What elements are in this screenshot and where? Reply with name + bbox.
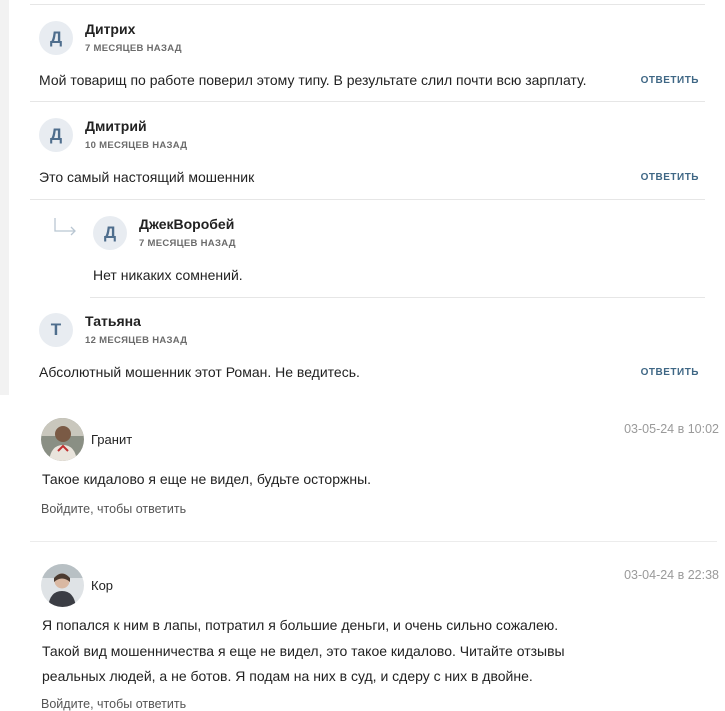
review-date: 03-05-24 в 10:02 (624, 422, 719, 436)
reply-button[interactable]: ОТВЕТИТЬ (641, 367, 699, 378)
divider (30, 199, 705, 200)
login-to-reply-link[interactable]: Войдите, чтобы ответить (41, 697, 186, 711)
review: Гранит 03-05-24 в 10:02 Такое кидалово я… (41, 418, 719, 518)
comment-text: Мой товарищ по работе поверил этому типу… (39, 72, 587, 88)
reviewer-name: Гранит (91, 432, 133, 447)
comment-text: Это самый настоящий мошенник (39, 169, 255, 185)
divider (30, 541, 717, 542)
comment-age: 12 МЕСЯЦЕВ НАЗАД (85, 335, 188, 346)
login-to-reply-link[interactable]: Войдите, чтобы ответить (41, 502, 186, 516)
reviewer-name: Кор (91, 578, 114, 593)
review-text-line: Такое кидалово я еще не видел, будьте ос… (42, 471, 372, 487)
user-photo (41, 418, 84, 461)
avatar: Т (39, 313, 73, 347)
review-date: 03-04-24 в 22:38 (624, 568, 719, 582)
thread-left-rule (0, 0, 9, 395)
review-text-line: реальных людей, а не ботов. Я подам на н… (42, 668, 533, 684)
comment-author[interactable]: Дитрих (85, 21, 135, 37)
review: Кор 03-04-24 в 22:38 Я попался к ним в л… (41, 564, 719, 711)
comment-age: 7 МЕСЯЦЕВ НАЗАД (85, 43, 182, 54)
divider (30, 4, 705, 5)
comment-text: Абсолютный мошенник этот Роман. Не ведит… (39, 364, 360, 380)
comment: Д Дитрих 7 МЕСЯЦЕВ НАЗАД Мой товарищ по … (39, 21, 699, 91)
review-text-line: Такой вид мошенничества я еще не видел, … (42, 642, 565, 659)
divider (90, 297, 705, 298)
comment-author[interactable]: Татьяна (85, 313, 141, 329)
reply-button[interactable]: ОТВЕТИТЬ (641, 75, 699, 86)
comment-text: Нет никаких сомнений. (93, 267, 243, 283)
user-photo (41, 564, 84, 607)
reply-button[interactable]: ОТВЕТИТЬ (641, 172, 699, 183)
avatar: Д (39, 118, 73, 152)
reply-arrow-icon (54, 218, 76, 236)
avatar: Д (39, 21, 73, 55)
comment: Д Дмитрий 10 МЕСЯЦЕВ НАЗАД Это самый нас… (39, 118, 699, 188)
comment-author[interactable]: Дмитрий (85, 118, 147, 134)
comment: Т Татьяна 12 МЕСЯЦЕВ НАЗАД Абсолютный мо… (39, 313, 699, 383)
comment-age: 10 МЕСЯЦЕВ НАЗАД (85, 140, 188, 151)
comment-reply: Д ДжекВоробей 7 МЕСЯЦЕВ НАЗАД Нет никаки… (93, 216, 699, 286)
review-text-line: Я попался к ним в лапы, потратил я больш… (42, 617, 559, 633)
divider (30, 101, 705, 102)
avatar: Д (93, 216, 127, 250)
comment-author[interactable]: ДжекВоробей (139, 216, 234, 232)
comment-age: 7 МЕСЯЦЕВ НАЗАД (139, 238, 236, 249)
